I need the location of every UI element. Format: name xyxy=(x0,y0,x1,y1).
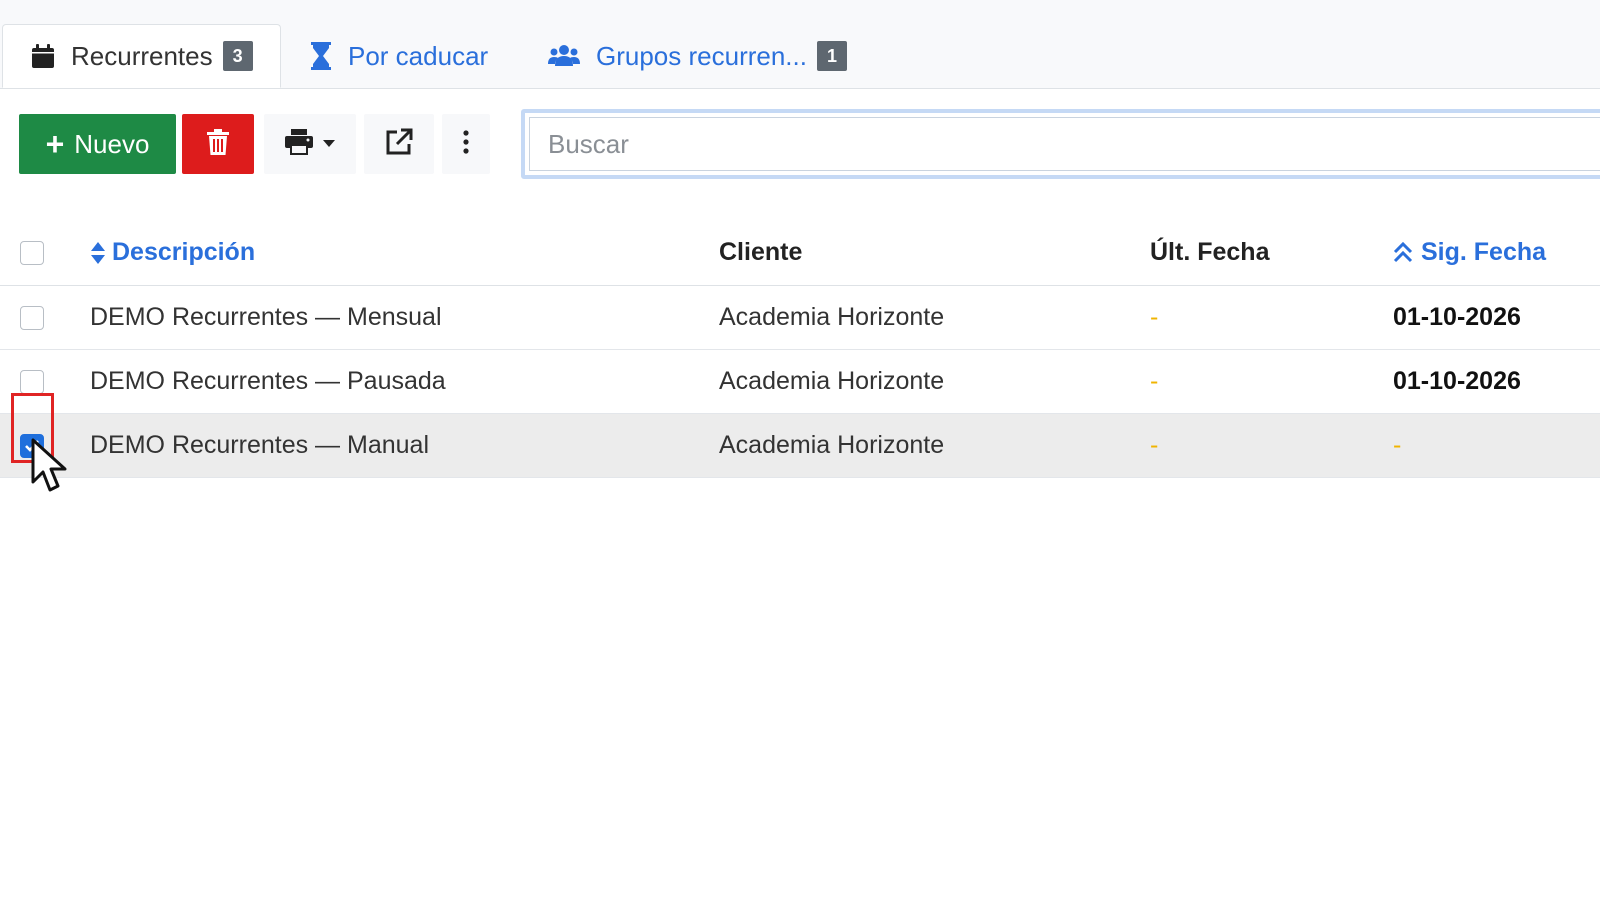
check-icon xyxy=(24,439,40,453)
new-button-label: Nuevo xyxy=(74,128,150,159)
tab-por-caducar-label: Por caducar xyxy=(348,40,489,71)
column-ult-fecha[interactable]: Últ. Fecha xyxy=(1150,220,1269,285)
search-box xyxy=(521,109,1600,179)
tab-grupos-recurrentes[interactable]: Grupos recurren... 1 xyxy=(548,24,847,88)
external-link-icon xyxy=(385,128,413,161)
row-client: Academia Horizonte xyxy=(719,303,945,331)
table-row[interactable]: DEMO Recurrentes — Mensual Academia Hori… xyxy=(0,286,1600,350)
vertical-dots-icon xyxy=(463,129,469,159)
users-icon xyxy=(548,44,580,68)
row-description: DEMO Recurrentes — Mensual xyxy=(90,303,442,331)
column-sig-fecha-label: Sig. Fecha xyxy=(1421,238,1547,266)
more-options-button[interactable] xyxy=(442,114,490,174)
row-next-date: 01-10-2026 xyxy=(1393,303,1521,331)
column-cliente-label: Cliente xyxy=(719,238,803,266)
tab-por-caducar[interactable]: Por caducar xyxy=(310,24,488,88)
table-row[interactable]: DEMO Recurrentes — Manual Academia Horiz… xyxy=(0,414,1600,478)
row-last-date: - xyxy=(1150,431,1159,459)
tab-grupos-recurrentes-label: Grupos recurren... xyxy=(596,40,807,71)
tab-grupos-recurrentes-badge: 1 xyxy=(816,41,847,71)
row-checkbox[interactable] xyxy=(20,305,44,330)
new-button[interactable]: + Nuevo xyxy=(19,114,176,174)
row-last-date: - xyxy=(1150,367,1159,395)
chevron-down-icon xyxy=(323,135,335,153)
row-description: DEMO Recurrentes — Pausada xyxy=(90,367,446,395)
row-checkbox[interactable] xyxy=(20,369,44,394)
tab-bar: Recurrentes 3 Por caducar Grupos recurre… xyxy=(0,0,1600,89)
calendar-icon xyxy=(31,43,55,69)
column-cliente[interactable]: Cliente xyxy=(719,220,802,285)
trash-icon xyxy=(207,128,229,160)
table-row[interactable]: DEMO Recurrentes — Pausada Academia Hori… xyxy=(0,350,1600,414)
row-next-date: - xyxy=(1393,431,1402,459)
tab-recurrentes-label: Recurrentes xyxy=(71,40,213,71)
tab-recurrentes-badge: 3 xyxy=(222,41,253,71)
toolbar: + Nuevo xyxy=(0,109,1600,179)
sort-icon xyxy=(90,241,106,265)
tab-recurrentes[interactable]: Recurrentes 3 xyxy=(2,24,281,88)
table-header: Descripción Cliente Últ. Fecha Sig. Fech… xyxy=(0,220,1600,286)
row-description: DEMO Recurrentes — Manual xyxy=(90,431,430,459)
printer-icon xyxy=(285,128,313,160)
row-next-date: 01-10-2026 xyxy=(1393,367,1521,395)
row-checkbox[interactable] xyxy=(20,433,44,458)
plus-icon: + xyxy=(45,126,65,162)
double-chevron-up-icon xyxy=(1393,241,1413,264)
row-client: Academia Horizonte xyxy=(719,367,945,395)
column-sig-fecha[interactable]: Sig. Fecha xyxy=(1393,220,1546,285)
select-all-checkbox[interactable] xyxy=(20,240,44,265)
search-input[interactable] xyxy=(529,117,1600,171)
column-ult-fecha-label: Últ. Fecha xyxy=(1150,238,1270,266)
row-last-date: - xyxy=(1150,303,1159,331)
column-descripcion[interactable]: Descripción xyxy=(90,220,255,285)
row-client: Academia Horizonte xyxy=(719,431,945,459)
export-button[interactable] xyxy=(364,114,434,174)
recurrentes-page: Recurrentes 3 Por caducar Grupos recurre… xyxy=(0,0,1600,900)
print-dropdown-button[interactable] xyxy=(264,114,356,174)
delete-button[interactable] xyxy=(182,114,254,174)
hourglass-icon xyxy=(310,42,332,70)
column-descripcion-label: Descripción xyxy=(112,238,256,266)
